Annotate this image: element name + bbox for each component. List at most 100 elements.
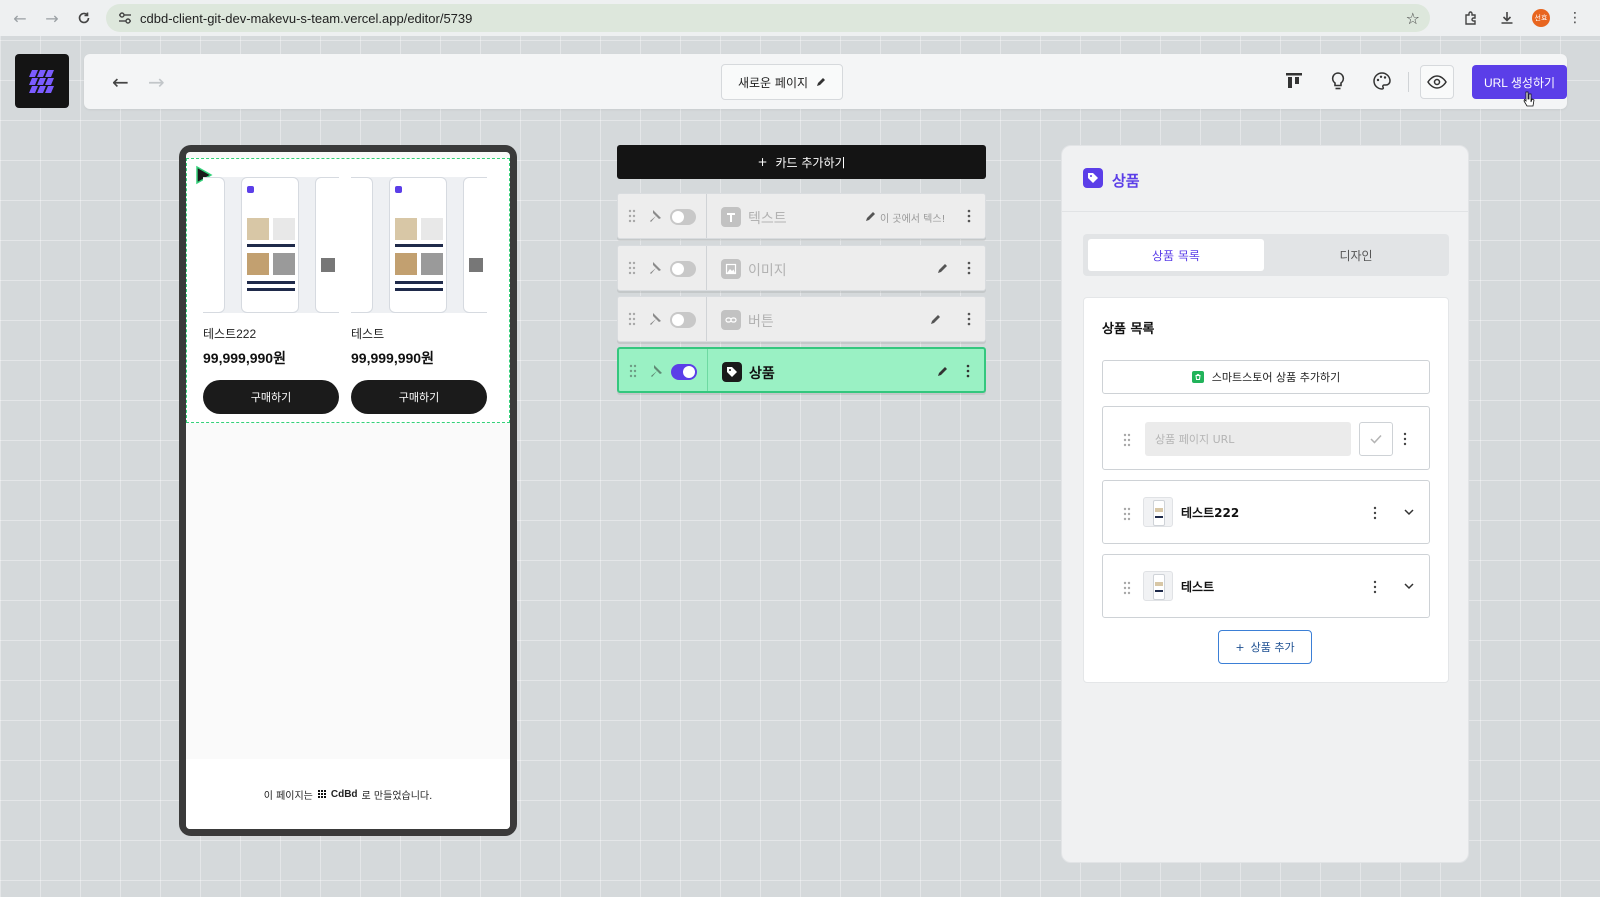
more-vertical-icon[interactable] xyxy=(1373,580,1377,594)
product-card-block[interactable]: 테스트222 99,999,990원 구매하기 테스트 99,999,990원 … xyxy=(186,158,510,423)
add-card-label: 카드 추가하기 xyxy=(775,155,846,170)
edit-pencil-icon[interactable] xyxy=(929,312,943,326)
product-row-name: 테스트222 xyxy=(1181,506,1240,520)
card-row-text[interactable]: 텍스트 이 곳에서 텍스! xyxy=(617,193,986,239)
phone-preview: 테스트222 99,999,990원 구매하기 테스트 99,999,990원 … xyxy=(179,145,517,836)
browser-back-icon[interactable]: ← xyxy=(4,0,36,36)
add-smartstore-product-button[interactable]: 스마트스토어 상품 추가하기 xyxy=(1102,360,1430,394)
product-price: 99,999,990원 xyxy=(203,350,286,366)
phone-footer: 이 페이지는 CdBd 로 만들었습니다. xyxy=(186,759,510,829)
drag-handle-icon[interactable] xyxy=(1123,581,1131,595)
cdbd-logo-icon xyxy=(317,790,326,798)
profile-avatar[interactable]: 선효 xyxy=(1532,9,1550,27)
drag-handle-icon[interactable] xyxy=(628,312,636,326)
align-top-icon[interactable] xyxy=(1282,69,1306,93)
site-settings-icon[interactable] xyxy=(116,9,134,27)
more-vertical-icon[interactable] xyxy=(1373,506,1377,520)
visibility-toggle[interactable] xyxy=(670,261,696,277)
card-row-product[interactable]: 상품 xyxy=(617,347,986,393)
pin-icon[interactable] xyxy=(648,209,662,223)
product-name: 테스트222 xyxy=(203,327,257,341)
page-name-label: 새로운 페이지 xyxy=(737,75,809,90)
more-vertical-icon[interactable] xyxy=(967,311,971,327)
more-vertical-icon[interactable] xyxy=(1403,432,1407,446)
url-text: cdbd-client-git-dev-makevu-s-team.vercel… xyxy=(140,10,473,26)
pin-icon[interactable] xyxy=(648,312,662,326)
redo-icon[interactable]: → xyxy=(148,70,165,94)
undo-icon[interactable]: ← xyxy=(112,70,129,94)
page-name-button[interactable]: 새로운 페이지 xyxy=(721,64,843,100)
add-product-label: 상품 추가 xyxy=(1250,641,1295,654)
card-label: 텍스트 xyxy=(748,211,787,227)
tab-product-list[interactable]: 상품 목록 xyxy=(1088,239,1264,271)
check-icon xyxy=(1370,434,1382,444)
card-row-button[interactable]: 버튼 xyxy=(617,296,986,342)
more-vertical-icon[interactable] xyxy=(967,208,971,224)
browser-menu-icon[interactable]: ⋮ xyxy=(1564,7,1586,29)
generate-url-button[interactable]: URL 생성하기 xyxy=(1472,65,1567,99)
drag-handle-icon[interactable] xyxy=(1123,433,1131,447)
tag-type-icon xyxy=(722,362,742,382)
product-item[interactable]: 테스트222 99,999,990원 구매하기 xyxy=(203,177,339,414)
pin-icon[interactable] xyxy=(648,261,662,275)
palette-icon[interactable] xyxy=(1370,69,1394,93)
card-row-image[interactable]: 이미지 xyxy=(617,245,986,291)
more-vertical-icon[interactable] xyxy=(966,363,970,379)
more-vertical-icon[interactable] xyxy=(967,260,971,276)
visibility-toggle[interactable] xyxy=(670,209,696,225)
card-divider xyxy=(706,297,707,341)
browser-forward-icon[interactable]: → xyxy=(36,0,68,36)
buy-button[interactable]: 구매하기 xyxy=(351,380,487,414)
footer-brand: CdBd xyxy=(330,788,358,800)
product-settings-panel: 상품 상품 목록 디자인 상품 목록 스마트스토어 상품 추가하기 상품 페이지… xyxy=(1061,145,1469,863)
card-hint: 이 곳에서 텍스! xyxy=(880,214,946,225)
image-type-icon xyxy=(721,259,741,279)
product-row[interactable]: 테스트 xyxy=(1102,554,1430,618)
confirm-url-button[interactable] xyxy=(1359,422,1393,456)
reload-icon[interactable] xyxy=(68,0,100,36)
tab-design[interactable]: 디자인 xyxy=(1268,239,1444,271)
edit-pencil-icon[interactable] xyxy=(936,261,950,275)
download-icon[interactable] xyxy=(1496,7,1518,29)
buy-button[interactable]: 구매하기 xyxy=(203,380,339,414)
text-type-icon xyxy=(721,207,741,227)
product-url-input[interactable] xyxy=(1145,422,1351,456)
bookmark-star-icon[interactable]: ☆ xyxy=(1406,9,1420,28)
pin-icon[interactable] xyxy=(649,364,663,378)
edit-pencil-icon[interactable] xyxy=(936,364,950,378)
card-divider xyxy=(707,349,708,391)
editor-toolbar: ← → 새로운 페이지 URL 생성하기 xyxy=(84,54,1567,109)
card-divider xyxy=(706,194,707,238)
preview-button[interactable] xyxy=(1420,65,1454,99)
add-card-button[interactable]: + 카드 추가하기 xyxy=(617,145,986,179)
smartstore-icon xyxy=(1191,371,1204,383)
product-name: 테스트 xyxy=(351,327,385,341)
drag-handle-icon[interactable] xyxy=(628,209,636,223)
card-label: 상품 xyxy=(749,366,775,382)
drag-handle-icon[interactable] xyxy=(1123,507,1131,521)
visibility-toggle[interactable] xyxy=(671,364,697,380)
extensions-icon[interactable] xyxy=(1460,7,1482,29)
panel-header: 상품 xyxy=(1062,146,1468,212)
card-label: 버튼 xyxy=(748,314,774,330)
edit-pencil-icon[interactable] xyxy=(864,209,878,223)
address-bar[interactable]: cdbd-client-git-dev-makevu-s-team.vercel… xyxy=(106,4,1430,32)
eye-icon xyxy=(1427,75,1447,89)
product-item[interactable]: 테스트 99,999,990원 구매하기 xyxy=(351,177,487,414)
product-url-row xyxy=(1102,406,1430,470)
product-thumbnail xyxy=(1143,497,1173,527)
app-logo[interactable] xyxy=(15,54,69,108)
panel-tabs: 상품 목록 디자인 xyxy=(1083,234,1449,276)
panel-title: 상품 xyxy=(1112,172,1140,190)
link-type-icon xyxy=(721,310,741,330)
add-product-button[interactable]: + 상품 추가 xyxy=(1218,630,1312,664)
drag-handle-icon[interactable] xyxy=(629,364,637,378)
chevron-down-icon[interactable] xyxy=(1403,506,1415,518)
section-title: 상품 목록 xyxy=(1102,322,1155,337)
product-thumbnail xyxy=(1143,571,1173,601)
drag-handle-icon[interactable] xyxy=(628,261,636,275)
chevron-down-icon[interactable] xyxy=(1403,580,1415,592)
visibility-toggle[interactable] xyxy=(670,312,696,328)
lightbulb-icon[interactable] xyxy=(1326,69,1350,93)
product-row[interactable]: 테스트222 xyxy=(1102,480,1430,544)
